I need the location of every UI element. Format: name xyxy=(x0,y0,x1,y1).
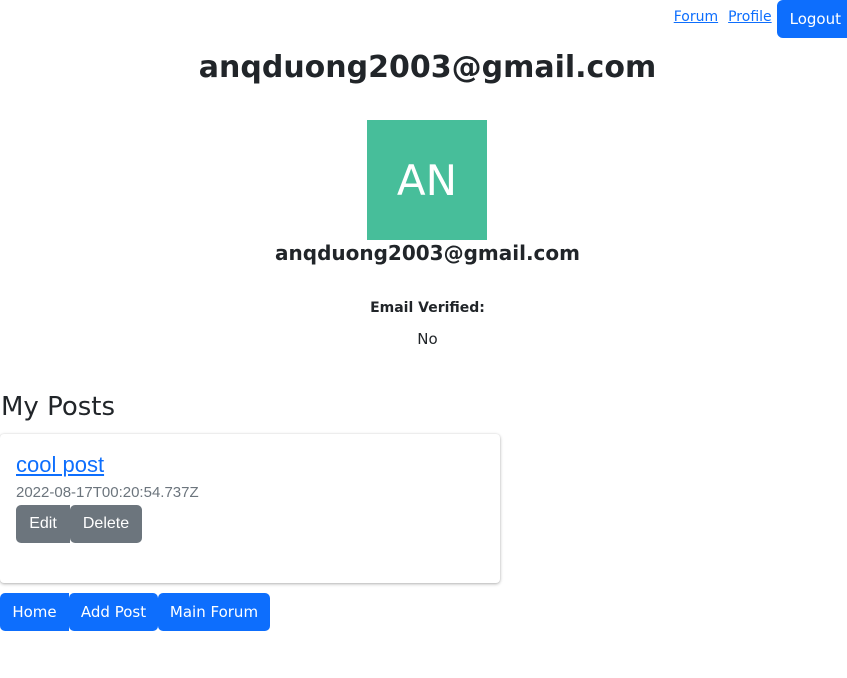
avatar: AN xyxy=(367,120,487,240)
main-forum-button[interactable]: Main Forum xyxy=(158,593,270,631)
home-button[interactable]: Home xyxy=(0,593,69,631)
post-timestamp: 2022-08-17T00:20:54.737Z xyxy=(16,484,199,501)
edit-post-button[interactable]: Edit xyxy=(16,505,70,543)
profile-link[interactable]: Profile xyxy=(728,9,772,25)
email-verified-value: No xyxy=(417,330,438,348)
email-verified-label: Email Verified: xyxy=(370,300,485,316)
post-actions: Edit Delete xyxy=(16,505,142,543)
add-post-button[interactable]: Add Post xyxy=(69,593,158,631)
my-posts-heading: My Posts xyxy=(1,392,116,422)
delete-post-button[interactable]: Delete xyxy=(70,505,142,543)
top-nav: Forum Profile Logout xyxy=(674,0,847,38)
post-card: cool post 2022-08-17T00:20:54.737Z Edit … xyxy=(0,434,500,583)
page-title: anqduong2003@gmail.com xyxy=(198,50,657,85)
profile-name: anqduong2003@gmail.com xyxy=(275,241,580,265)
logout-button[interactable]: Logout xyxy=(776,0,847,38)
post-title-link[interactable]: cool post xyxy=(16,452,104,478)
forum-link[interactable]: Forum xyxy=(674,9,718,25)
bottom-actions: Home Add Post Main Forum xyxy=(0,593,270,631)
